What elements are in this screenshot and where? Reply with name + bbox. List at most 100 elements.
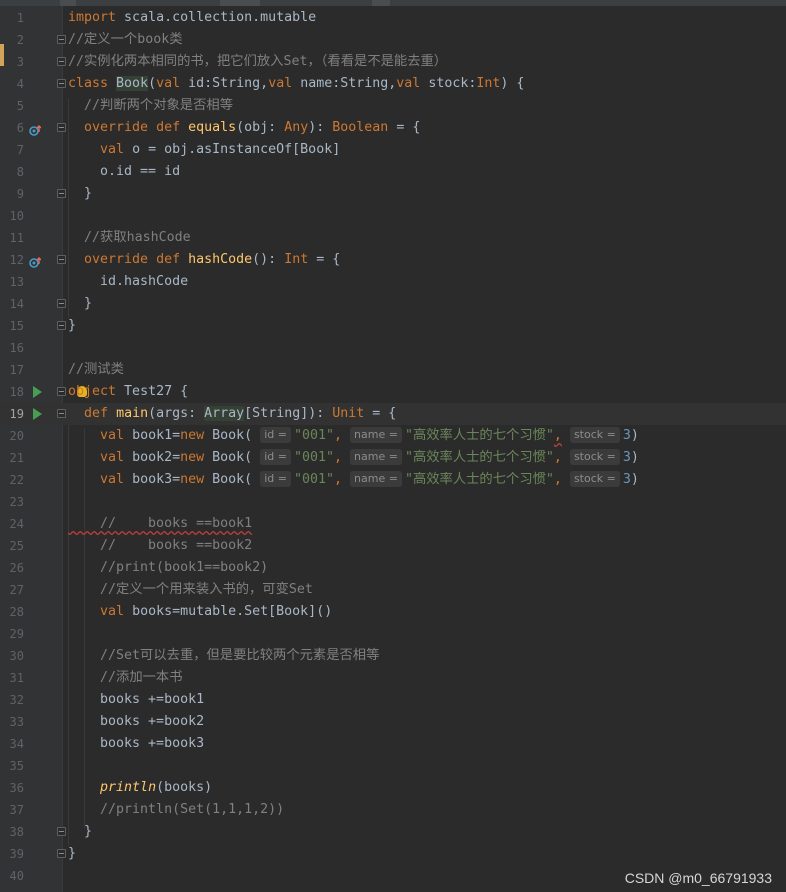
fold-toggle-icon[interactable] (57, 123, 66, 132)
code-text: override def equals(obj: Any): Boolean =… (68, 117, 420, 139)
line-number: 36 (9, 781, 24, 795)
code-token: name:String, (292, 76, 397, 91)
code-line[interactable]: 38 } (0, 821, 786, 843)
code-line[interactable]: 6 override def equals(obj: Any): Boolean… (0, 117, 786, 139)
code-token: //实例化两本相同的书，把它们放入Set，（看看是不是能去重） (68, 54, 448, 69)
fold-toggle-icon[interactable] (57, 299, 66, 308)
code-line[interactable]: 16 (0, 337, 786, 359)
code-line[interactable]: 34 books +=book3 (0, 733, 786, 755)
code-token: equals (188, 120, 237, 135)
code-line[interactable]: 29 (0, 623, 786, 645)
run-icon[interactable] (33, 408, 42, 420)
code-line[interactable]: 3 //实例化两本相同的书，把它们放入Set，（看看是不是能去重） (0, 51, 786, 73)
code-token: = { (388, 120, 421, 135)
code-text: class Book(val id:String,val name:String… (68, 73, 524, 95)
code-line[interactable]: 35 (0, 755, 786, 777)
code-token: // books ==book2 (68, 538, 253, 553)
run-icon[interactable] (33, 386, 42, 398)
code-line[interactable]: 13 id.hashCode (0, 271, 786, 293)
code-token: } (68, 296, 93, 311)
code-line[interactable]: 7 val o = obj.asInstanceOf[Book] (0, 139, 786, 161)
code-token: //判断两个对象是否相等 (68, 98, 233, 113)
code-token: (args: (148, 406, 205, 421)
code-text: def main(args: Array[String]): Unit = { (68, 403, 396, 425)
code-token: = { (308, 252, 341, 267)
line-number: 31 (9, 671, 24, 685)
code-text: //定义一个book类 (68, 29, 183, 51)
code-token: class (68, 76, 109, 91)
code-line[interactable]: 8 o.id == id (0, 161, 786, 183)
line-number: 17 (9, 363, 24, 377)
code-line[interactable]: 2 //定义一个book类 (0, 29, 786, 51)
code-line[interactable]: 9 } (0, 183, 786, 205)
override-method-icon[interactable] (29, 254, 42, 268)
code-line[interactable]: 18 object Test27 { (0, 381, 786, 403)
code-editor[interactable]: 1 import scala.collection.mutable 2 //定义一个b… (0, 0, 786, 892)
code-text: } (68, 821, 92, 843)
code-line[interactable]: 31 //添加一本书 (0, 667, 786, 689)
code-line[interactable]: 15} (0, 315, 786, 337)
line-number: 2 (16, 33, 24, 47)
code-token: val (268, 76, 293, 91)
fold-toggle-icon[interactable] (57, 321, 66, 330)
code-line[interactable]: 33 books +=book2 (0, 711, 786, 733)
code-line[interactable]: 17 //测试类 (0, 359, 786, 381)
fold-toggle-icon[interactable] (57, 255, 66, 264)
fold-toggle-icon[interactable] (57, 189, 66, 198)
code-line[interactable]: 22 val book3=new Book( id = "001", name =… (0, 469, 786, 491)
line-number: 8 (16, 165, 24, 179)
fold-toggle-icon[interactable] (57, 35, 66, 44)
code-token: id.hashCode (68, 274, 189, 289)
override-method-icon[interactable] (29, 122, 42, 136)
code-line[interactable]: 10 (0, 205, 786, 227)
code-token: book1= (124, 428, 181, 443)
code-text: val books=mutable.Set[Book]() (68, 601, 332, 623)
code-line[interactable]: 12 override def hashCode(): Int = { (0, 249, 786, 271)
code-line[interactable]: 36 println(books) (0, 777, 786, 799)
code-line[interactable]: 39} (0, 843, 786, 865)
code-line[interactable]: 14 } (0, 293, 786, 315)
fold-toggle-icon[interactable] (57, 79, 66, 88)
code-token: override def (84, 252, 181, 267)
code-token: def (84, 406, 109, 421)
code-line[interactable]: 21 val book2=new Book( id = "001", name =… (0, 447, 786, 469)
code-token: book2= (124, 450, 181, 465)
fold-toggle-icon[interactable] (57, 849, 66, 858)
code-line[interactable]: 1 import scala.collection.mutable (0, 7, 786, 29)
code-text: //print(book1==book2) (68, 557, 268, 579)
code-text: //println(Set(1,1,1,2)) (68, 799, 284, 821)
code-text: //测试类 (68, 359, 124, 381)
tab-bar (0, 0, 786, 6)
code-line[interactable]: 28 val books=mutable.Set[Book]() (0, 601, 786, 623)
fold-toggle-icon[interactable] (57, 409, 66, 418)
fold-toggle-icon[interactable] (57, 387, 66, 396)
code-line[interactable]: 5 //判断两个对象是否相等 (0, 95, 786, 117)
fold-toggle-icon[interactable] (57, 57, 66, 66)
code-line[interactable]: 37 //println(Set(1,1,1,2)) (0, 799, 786, 821)
code-line[interactable]: 23 (0, 491, 786, 513)
code-line[interactable]: 30 //Set可以去重，但是要比较两个元素是否相等 (0, 645, 786, 667)
code-token: Book( (204, 450, 261, 465)
code-line[interactable]: 26 //print(book1==book2) (0, 557, 786, 579)
code-token: Any (284, 120, 309, 135)
code-line[interactable]: 24 // books ==book1 (0, 513, 786, 535)
code-line[interactable]: 19 def main(args: Array[String]): Unit =… (0, 403, 786, 425)
code-token: ): (308, 120, 333, 135)
code-token: Int (476, 76, 501, 91)
code-line[interactable]: 11 //获取hashCode (0, 227, 786, 249)
code-token: Boolean (332, 120, 389, 135)
watermark-text: CSDN @m0_66791933 (624, 870, 772, 886)
code-line[interactable]: 20 val book1=new Book( id = "001", name =… (0, 425, 786, 447)
code-line[interactable]: 27 //定义一个用来装入书的，可变Set (0, 579, 786, 601)
code-line[interactable]: 4 class Book(val id:String,val name:Strin… (0, 73, 786, 95)
code-line[interactable]: 32 books +=book1 (0, 689, 786, 711)
code-token: //println(Set(1,1,1,2)) (68, 802, 285, 817)
code-token: = { (364, 406, 397, 421)
fold-toggle-icon[interactable] (57, 827, 66, 836)
code-line[interactable]: 25 // books ==book2 (0, 535, 786, 557)
code-token: "001" (293, 428, 334, 443)
line-number: 12 (9, 253, 24, 267)
